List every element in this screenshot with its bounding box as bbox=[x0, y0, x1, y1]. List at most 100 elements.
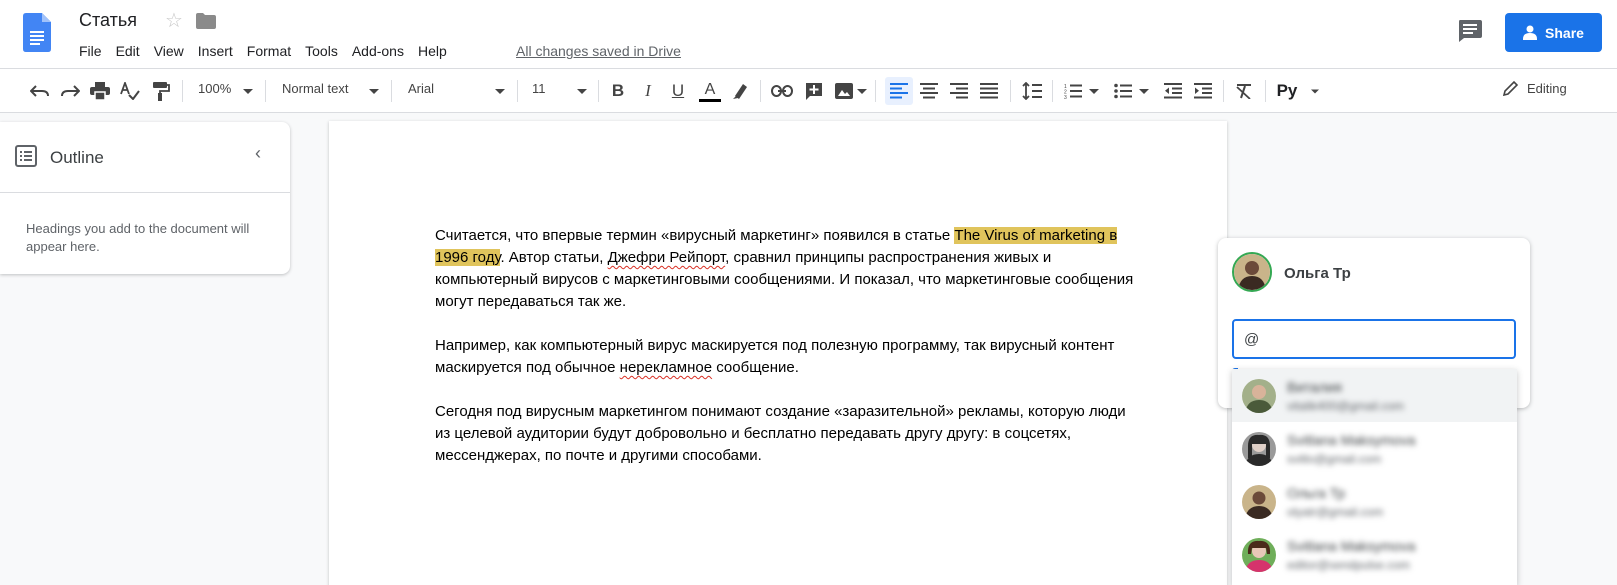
folder-icon[interactable] bbox=[196, 13, 216, 29]
zoom-select[interactable]: 100% bbox=[198, 81, 231, 96]
menu-tools[interactable]: Tools bbox=[305, 43, 338, 59]
font-size-select[interactable]: 11 bbox=[532, 81, 546, 96]
avatar bbox=[1242, 432, 1276, 466]
paragraph-2: Например, как компьютерный вирус маскиру… bbox=[435, 337, 1115, 376]
align-right-icon[interactable] bbox=[949, 79, 969, 103]
highlight-color-icon[interactable] bbox=[730, 79, 750, 103]
mention-name: Svitlana Maksymova bbox=[1287, 538, 1416, 554]
menu-edit[interactable]: Edit bbox=[116, 43, 140, 59]
toolbar: 100% Normal text Arial 11 B I U A 1 2 3 … bbox=[0, 68, 1617, 113]
avatar bbox=[1232, 252, 1272, 292]
toolbar-divider bbox=[1052, 80, 1053, 102]
menu-view[interactable]: View bbox=[154, 43, 184, 59]
insert-image-icon[interactable] bbox=[834, 79, 854, 103]
chevron-left-icon[interactable]: ‹ bbox=[255, 143, 261, 164]
avatar bbox=[1242, 538, 1276, 572]
paragraph-style-select[interactable]: Normal text bbox=[282, 81, 348, 96]
chevron-down-icon[interactable] bbox=[495, 89, 505, 94]
align-center-icon[interactable] bbox=[919, 79, 939, 103]
increase-indent-icon[interactable] bbox=[1193, 79, 1213, 103]
share-button-label: Share bbox=[1545, 24, 1584, 41]
menu-help[interactable]: Help bbox=[418, 43, 447, 59]
pencil-icon bbox=[1503, 80, 1519, 96]
document-page[interactable]: Считается, что впервые термин «вирусный … bbox=[329, 121, 1227, 585]
editing-mode-label: Editing bbox=[1527, 80, 1567, 96]
mention-suggestions: Виталия vitalik400@gmail.com Svitlana Ma… bbox=[1232, 369, 1517, 585]
toolbar-divider bbox=[875, 80, 876, 102]
chevron-down-icon[interactable] bbox=[1089, 89, 1099, 94]
chevron-down-icon[interactable] bbox=[1311, 89, 1319, 94]
chevron-down-icon[interactable] bbox=[857, 89, 867, 94]
decrease-indent-icon[interactable] bbox=[1163, 79, 1183, 103]
mention-option[interactable]: Svitlana Maksymova editor@sendpulse.com bbox=[1232, 528, 1517, 581]
menu-bar: File Edit View Insert Format Tools Add-o… bbox=[79, 43, 461, 59]
outline-header: Outline ‹ bbox=[0, 122, 290, 193]
toolbar-divider bbox=[598, 80, 599, 102]
avatar bbox=[1242, 485, 1276, 519]
menu-insert[interactable]: Insert bbox=[198, 43, 233, 59]
toolbar-divider bbox=[517, 80, 518, 102]
share-person-icon bbox=[1523, 25, 1538, 40]
star-icon[interactable]: ☆ bbox=[165, 8, 183, 33]
toolbar-divider bbox=[1265, 80, 1266, 102]
chevron-down-icon[interactable] bbox=[1139, 89, 1149, 94]
clear-formatting-icon[interactable] bbox=[1234, 79, 1254, 103]
menu-format[interactable]: Format bbox=[247, 43, 291, 59]
input-tools-icon[interactable]: Pу bbox=[1275, 79, 1299, 103]
mention-email: olyatr@gmail.com bbox=[1287, 505, 1384, 519]
font-family-select[interactable]: Arial bbox=[408, 81, 434, 96]
mention-option[interactable]: Svitlana Maksymova svitlo@gmail.com bbox=[1232, 422, 1517, 475]
italic-icon[interactable]: I bbox=[638, 79, 658, 103]
insert-comment-icon[interactable] bbox=[804, 79, 824, 103]
align-left-icon[interactable] bbox=[889, 79, 909, 103]
paragraph-1: Считается, что впервые термин «вирусный … bbox=[435, 227, 1134, 310]
mention-option[interactable]: Виталия vitalik400@gmail.com bbox=[1232, 369, 1517, 422]
toolbar-divider bbox=[391, 80, 392, 102]
comment-history-icon[interactable] bbox=[1458, 20, 1482, 42]
toolbar-divider bbox=[760, 80, 761, 102]
undo-icon[interactable] bbox=[29, 79, 51, 103]
chevron-down-icon[interactable] bbox=[577, 89, 587, 94]
paragraph-3: Сегодня под вирусным маркетингом понимаю… bbox=[435, 403, 1126, 464]
docs-logo-icon[interactable] bbox=[23, 13, 51, 52]
misspelled-word[interactable]: Джефри Рейпорт bbox=[608, 249, 726, 266]
misspelled-word[interactable]: нерекламное bbox=[620, 359, 712, 376]
editing-mode-button[interactable]: Editing bbox=[1503, 80, 1567, 96]
comment-input[interactable]: @ bbox=[1232, 319, 1516, 359]
mention-email: svitlo@gmail.com bbox=[1287, 452, 1382, 466]
mention-name: Виталия bbox=[1287, 379, 1342, 395]
spellcheck-icon[interactable] bbox=[119, 79, 141, 103]
chevron-down-icon[interactable] bbox=[369, 89, 379, 94]
numbered-list-icon[interactable]: 123 bbox=[1063, 79, 1083, 103]
document-title[interactable]: Статья bbox=[79, 10, 137, 31]
comment-author-name: Ольга Тр bbox=[1284, 265, 1351, 282]
share-button[interactable]: Share bbox=[1505, 13, 1602, 52]
bulleted-list-icon[interactable] bbox=[1113, 79, 1133, 103]
paint-format-icon[interactable] bbox=[150, 79, 172, 103]
outline-title: Outline bbox=[50, 148, 104, 167]
bold-icon[interactable]: B bbox=[608, 79, 628, 103]
mention-name: Ольга Тр bbox=[1287, 485, 1346, 501]
line-spacing-icon[interactable] bbox=[1021, 79, 1043, 103]
chevron-down-icon[interactable] bbox=[243, 89, 253, 94]
mention-name: Svitlana Maksymova bbox=[1287, 432, 1416, 448]
toolbar-divider bbox=[182, 80, 183, 102]
menu-file[interactable]: File bbox=[79, 43, 102, 59]
print-icon[interactable] bbox=[89, 79, 111, 103]
align-justify-icon[interactable] bbox=[979, 79, 999, 103]
document-body[interactable]: Считается, что впервые термин «вирусный … bbox=[435, 225, 1135, 489]
link-icon[interactable] bbox=[770, 79, 794, 103]
svg-text:3: 3 bbox=[1064, 95, 1067, 99]
toolbar-divider bbox=[265, 80, 266, 102]
underline-icon[interactable]: U bbox=[668, 79, 688, 103]
outline-list-icon bbox=[15, 145, 37, 167]
mention-option[interactable]: Ольга Тр olyatr@gmail.com bbox=[1232, 475, 1517, 528]
toolbar-divider bbox=[1223, 80, 1224, 102]
menu-add-ons[interactable]: Add-ons bbox=[352, 43, 404, 59]
toolbar-divider bbox=[1010, 80, 1011, 102]
save-status-link[interactable]: All changes saved in Drive bbox=[516, 43, 681, 59]
redo-icon[interactable] bbox=[59, 79, 81, 103]
outline-empty-hint: Headings you add to the document will ap… bbox=[26, 221, 250, 254]
text-color-icon[interactable]: A bbox=[698, 79, 722, 103]
outline-panel: Outline ‹ Headings you add to the docume… bbox=[0, 122, 290, 274]
